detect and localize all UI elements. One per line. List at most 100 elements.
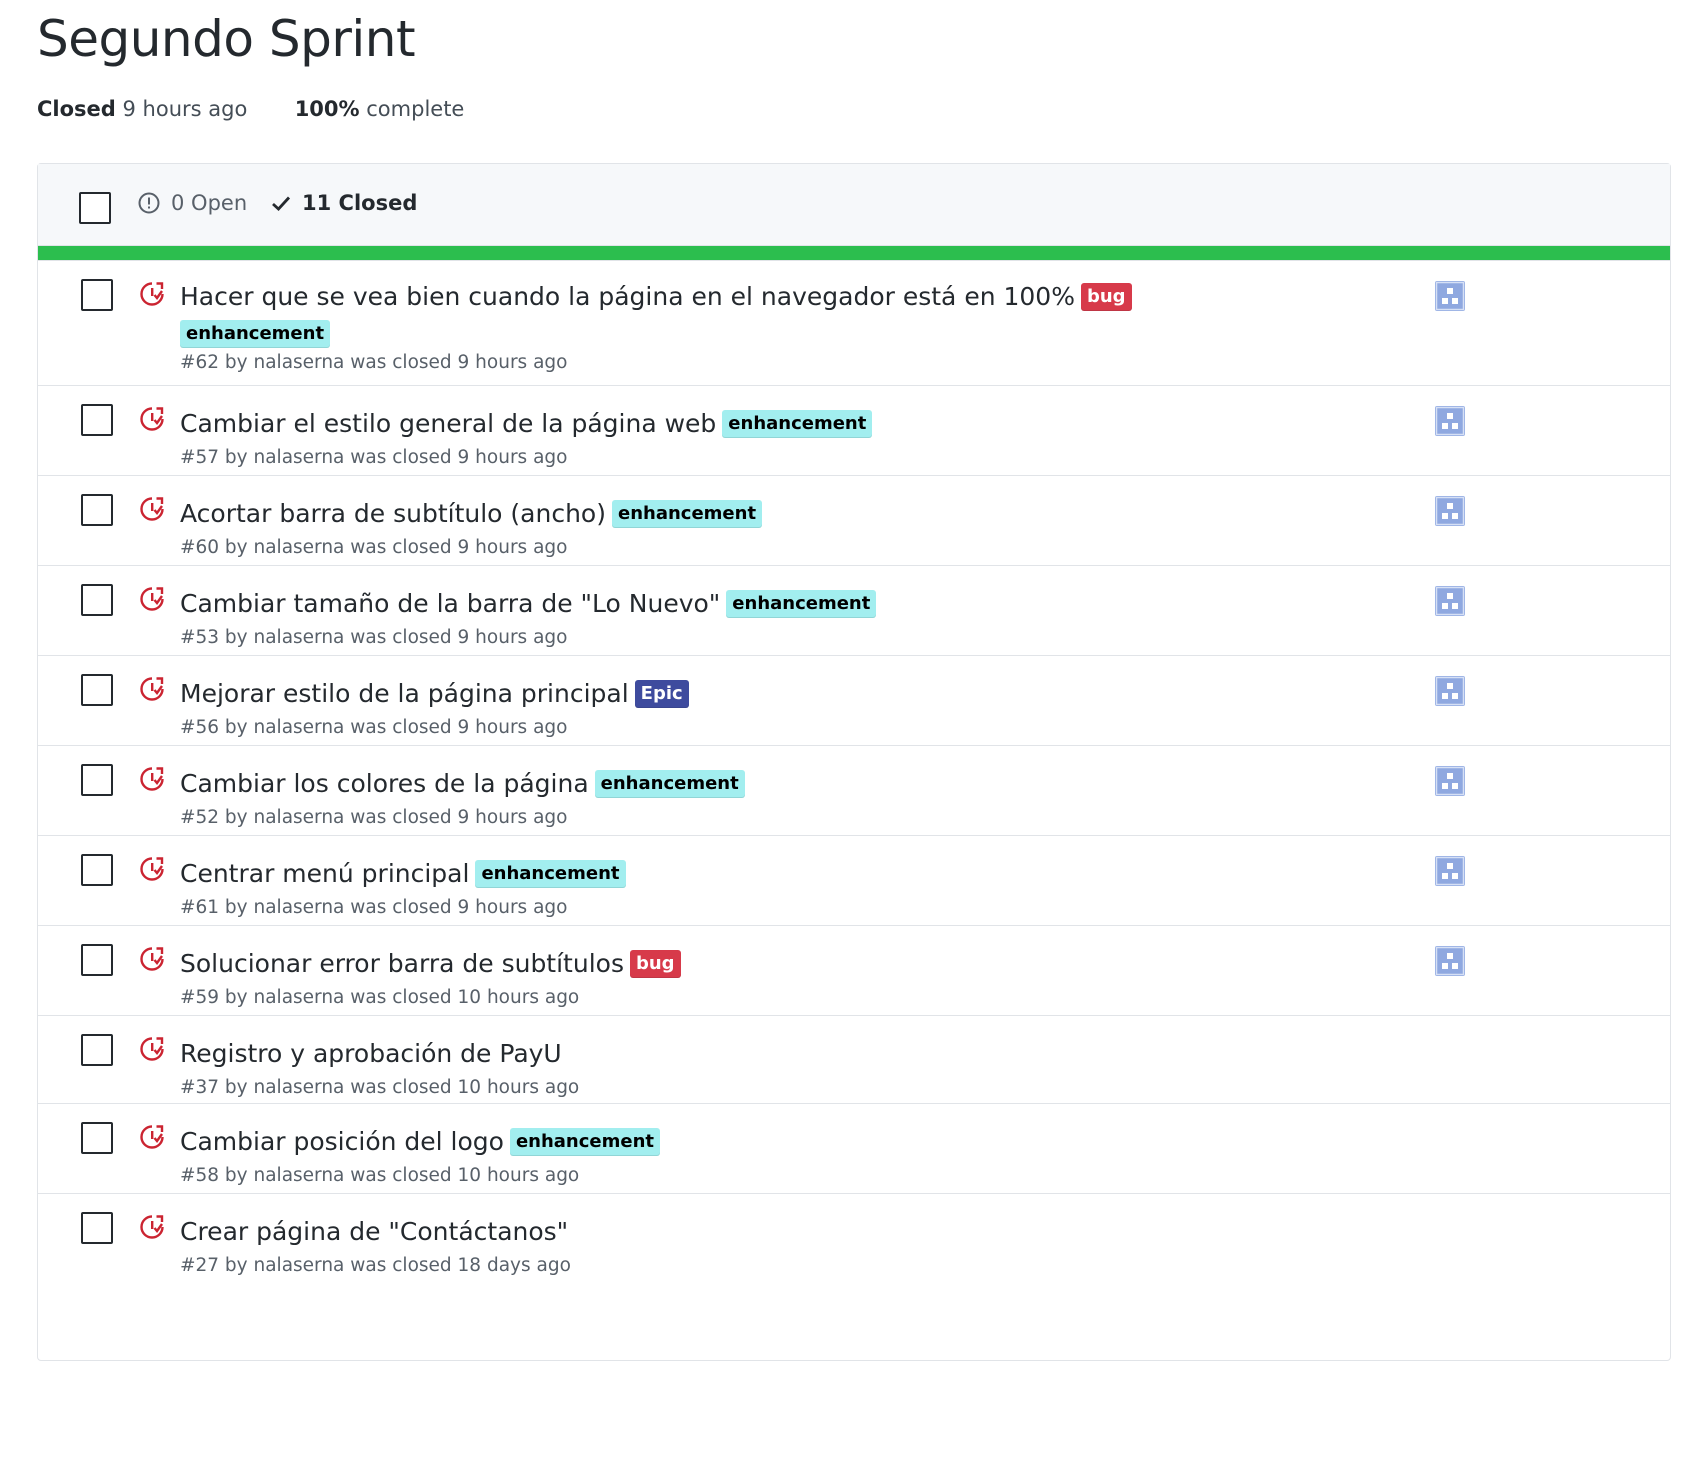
issue-row[interactable]: Centrar menú principal enhancement #61 by … [38, 836, 1670, 926]
issue-row[interactable]: Solucionar error barra de subtítulos bug #… [38, 926, 1670, 1016]
issue-title-link[interactable]: Registro y aprobación de PayU [180, 1039, 562, 1068]
issue-content: Cambiar los colores de la página enhancem… [180, 765, 1420, 828]
issue-checkbox[interactable] [81, 494, 113, 526]
issue-content: Mejorar estilo de la página principal Epi… [180, 675, 1420, 738]
issue-title-link[interactable]: Cambiar posición del logo [180, 1127, 504, 1156]
open-issues-filter[interactable]: 0 Open [138, 191, 247, 215]
issue-checkbox[interactable] [81, 279, 113, 311]
issues-box: 0 Open 11 Closed Hacer que se vea bien c… [37, 163, 1671, 1361]
open-issues-label: 0 Open [171, 191, 248, 215]
issue-closed-icon [139, 1036, 165, 1066]
issues-header: 0 Open 11 Closed [38, 164, 1670, 246]
issue-meta: #27 by nalaserna was closed 18 days ago [180, 1255, 571, 1276]
assignee-avatar-icon[interactable] [1435, 496, 1465, 530]
issue-label-bug[interactable]: bug [1080, 283, 1132, 311]
issue-closed-icon [139, 856, 165, 886]
issue-meta: #62 by nalaserna was closed 9 hours ago [180, 352, 568, 373]
issue-title-link[interactable]: Crear página de "Contáctanos" [180, 1217, 568, 1246]
issue-title-link[interactable]: Solucionar error barra de subtítulos [180, 949, 624, 978]
issue-checkbox[interactable] [81, 1212, 113, 1244]
issue-title-link[interactable]: Hacer que se vea bien cuando la página e… [180, 282, 1075, 311]
issue-meta: #58 by nalaserna was closed 10 hours ago [180, 1165, 580, 1186]
issue-label-epic[interactable]: Epic [634, 680, 689, 708]
issue-row[interactable]: Hacer que se vea bien cuando la página e… [38, 261, 1670, 386]
issue-content: Hacer que se vea bien cuando la página e… [180, 280, 1420, 373]
issue-label-enhancement[interactable]: enhancement [722, 410, 873, 438]
issue-checkbox[interactable] [81, 1122, 113, 1154]
issue-checkbox[interactable] [81, 764, 113, 796]
issue-meta: #57 by nalaserna was closed 9 hours ago [180, 447, 568, 468]
issue-content: Cambiar posición del logo enhancement #58 … [180, 1123, 1420, 1186]
select-all-checkbox[interactable] [79, 192, 111, 224]
issue-title-line: Crear página de "Contáctanos" [180, 1213, 1420, 1251]
issue-label-enhancement[interactable]: enhancement [509, 1128, 661, 1156]
milestone-meta: Closed 9 hours ago 100% complete [37, 97, 464, 121]
milestone-progress-bar [38, 246, 1670, 261]
milestone-status: Closed [37, 97, 116, 121]
issue-checkbox[interactable] [81, 584, 113, 616]
issue-title-link[interactable]: Cambiar tamaño de la barra de "Lo Nuevo" [180, 589, 720, 618]
issue-label-bug[interactable]: bug [629, 950, 681, 978]
issue-closed-icon [139, 766, 165, 796]
assignee-avatar-icon[interactable] [1435, 586, 1465, 620]
issue-content: Acortar barra de subtítulo (ancho) enhanc… [180, 495, 1420, 558]
issue-row[interactable]: Cambiar el estilo general de la página w… [38, 386, 1670, 476]
issue-closed-icon [139, 586, 165, 616]
issue-title-line: Cambiar posición del logo enhancement [180, 1123, 1420, 1161]
assignee-avatar-icon[interactable] [1435, 676, 1465, 710]
issue-meta: #56 by nalaserna was closed 9 hours ago [180, 717, 568, 738]
issue-closed-icon [139, 946, 165, 976]
issue-closed-icon [139, 281, 165, 311]
issue-title-link[interactable]: Cambiar el estilo general de la página w… [180, 409, 716, 438]
issue-content: Solucionar error barra de subtítulos bug #… [180, 945, 1420, 1008]
issue-title-link[interactable]: Acortar barra de subtítulo (ancho) [180, 499, 606, 528]
closed-issues-filter[interactable]: 11 Closed [271, 191, 417, 215]
assignee-avatar-icon[interactable] [1435, 856, 1465, 890]
issue-row[interactable]: Crear página de "Contáctanos" #27 by nala… [38, 1194, 1670, 1282]
issue-title-line: Cambiar tamaño de la barra de "Lo Nuevo"… [180, 585, 1420, 623]
issue-label-enhancement[interactable]: enhancement [611, 500, 763, 528]
issue-title-line: Registro y aprobación de PayU [180, 1035, 1420, 1073]
issue-label-enhancement[interactable]: enhancement [726, 590, 877, 618]
issue-label-enhancement[interactable]: enhancement [180, 320, 331, 348]
issue-checkbox[interactable] [81, 404, 113, 436]
issue-meta: #52 by nalaserna was closed 9 hours ago [180, 807, 568, 828]
issue-title-link[interactable]: Cambiar los colores de la página [180, 769, 589, 798]
issue-row[interactable]: Registro y aprobación de PayU #37 by nala… [38, 1016, 1670, 1104]
issue-label-enhancement[interactable]: enhancement [475, 860, 626, 888]
issue-title-line: Hacer que se vea bien cuando la página e… [180, 280, 1420, 348]
issue-opened-icon [138, 192, 160, 214]
issue-checkbox[interactable] [81, 674, 113, 706]
assignee-avatar-icon[interactable] [1435, 766, 1465, 800]
issue-list: Hacer que se vea bien cuando la página e… [38, 261, 1670, 1282]
issue-content: Registro y aprobación de PayU #37 by nala… [180, 1035, 1420, 1098]
issue-row[interactable]: Cambiar posición del logo enhancement #58 … [38, 1104, 1670, 1194]
assignee-avatar-icon[interactable] [1435, 946, 1465, 980]
issue-row[interactable]: Cambiar tamaño de la barra de "Lo Nuevo"… [38, 566, 1670, 656]
closed-issues-label: 11 Closed [302, 191, 418, 215]
issue-meta: #61 by nalaserna was closed 9 hours ago [180, 897, 568, 918]
issue-row[interactable]: Acortar barra de subtítulo (ancho) enhanc… [38, 476, 1670, 566]
issue-title-link[interactable]: Centrar menú principal [180, 859, 469, 888]
assignee-avatar-icon[interactable] [1435, 281, 1465, 315]
issue-title-link[interactable]: Mejorar estilo de la página principal [180, 679, 629, 708]
issue-meta: #59 by nalaserna was closed 10 hours ago [180, 987, 580, 1008]
issue-title-line: Mejorar estilo de la página principal Epi… [180, 675, 1420, 713]
issue-content: Centrar menú principal enhancement #61 by … [180, 855, 1420, 918]
issue-closed-icon [139, 496, 165, 526]
issue-title-line: Cambiar el estilo general de la página w… [180, 405, 1420, 443]
milestone-percent: 100% [294, 97, 360, 121]
milestone-progress-fill [38, 246, 1670, 260]
issue-content: Cambiar el estilo general de la página w… [180, 405, 1420, 468]
issue-label-enhancement[interactable]: enhancement [594, 770, 745, 798]
check-icon [272, 196, 291, 211]
assignee-avatar-icon[interactable] [1435, 406, 1465, 440]
issue-checkbox[interactable] [81, 854, 113, 886]
issue-checkbox[interactable] [81, 944, 113, 976]
issue-closed-icon [139, 1214, 165, 1244]
milestone-percent-suffix: complete [366, 97, 465, 121]
issue-row[interactable]: Cambiar los colores de la página enhancem… [38, 746, 1670, 836]
issue-row[interactable]: Mejorar estilo de la página principal Epi… [38, 656, 1670, 746]
issue-content: Cambiar tamaño de la barra de "Lo Nuevo"… [180, 585, 1420, 648]
issue-checkbox[interactable] [81, 1034, 113, 1066]
